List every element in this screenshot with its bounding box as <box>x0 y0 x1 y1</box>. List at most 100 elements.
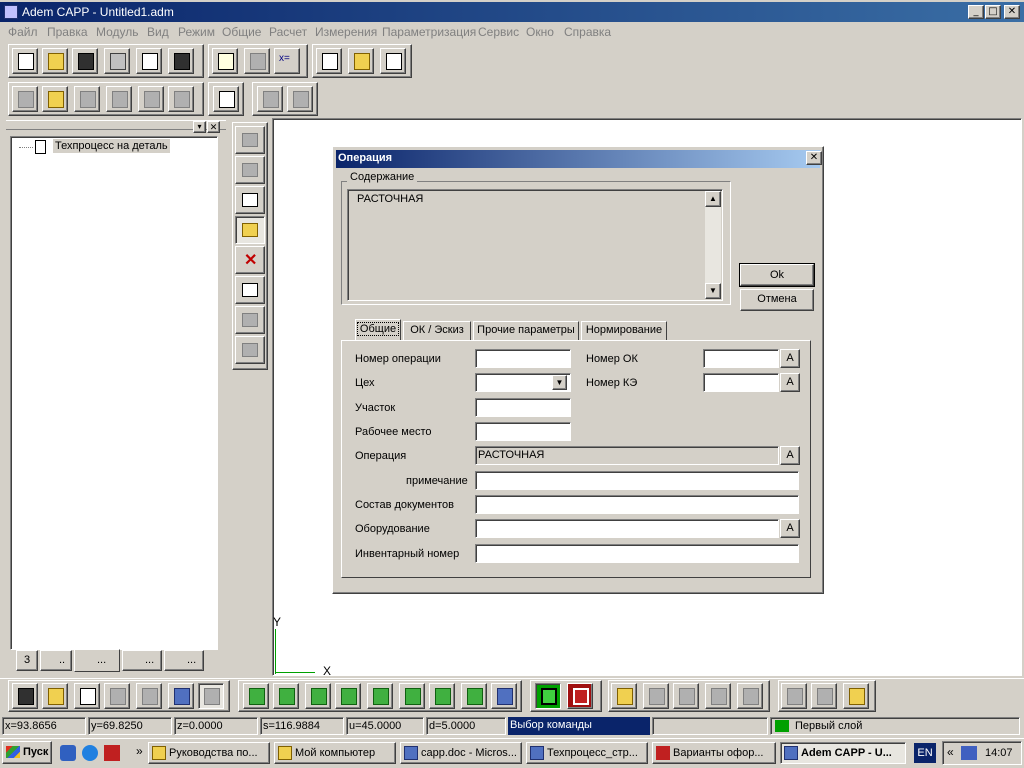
panel-tab-tree[interactable]: ... <box>74 649 120 672</box>
minimize-button[interactable]: _ <box>968 5 984 19</box>
shop-combo[interactable]: ▼ <box>475 373 571 392</box>
btool-3-button[interactable] <box>305 683 331 709</box>
solid-button[interactable] <box>567 683 593 709</box>
network-icon[interactable] <box>961 746 977 760</box>
open-view-button[interactable] <box>42 683 68 709</box>
magnet-button[interactable] <box>781 683 807 709</box>
inventory-field[interactable] <box>475 544 799 563</box>
show-desktop-icon[interactable] <box>60 745 76 761</box>
tree-root-item[interactable]: Техпроцесс на деталь <box>53 139 170 153</box>
panel-close-button[interactable]: ✕ <box>207 121 220 133</box>
vtool-3-button[interactable] <box>235 186 265 214</box>
menu-general[interactable]: Общие <box>222 25 261 39</box>
open-button[interactable] <box>42 48 68 74</box>
app-quick-icon[interactable] <box>104 745 120 761</box>
section-field[interactable] <box>475 398 571 417</box>
step-button[interactable] <box>213 86 239 112</box>
scroll-down-button[interactable]: ▼ <box>705 283 721 299</box>
menu-help[interactable]: Справка <box>564 25 611 39</box>
tree-panel[interactable]: Техпроцесс на деталь <box>10 136 218 650</box>
export-button[interactable] <box>136 48 162 74</box>
operation-field[interactable]: РАСТОЧНАЯ <box>475 446 779 465</box>
cancel-button[interactable]: Отмена <box>740 289 814 311</box>
check-list-button[interactable] <box>316 48 342 74</box>
status-layer[interactable]: Первый слой <box>770 717 1020 735</box>
menu-param[interactable]: Параметризация <box>382 25 476 39</box>
filter-button[interactable] <box>106 86 132 112</box>
save-as-button[interactable] <box>168 48 194 74</box>
menu-mode[interactable]: Режим <box>178 25 215 39</box>
formula-button[interactable]: x= <box>274 48 300 74</box>
btool-8-button[interactable] <box>461 683 487 709</box>
op-number-field[interactable] <box>475 349 571 368</box>
task-my-computer[interactable]: Мой компьютер <box>274 742 396 764</box>
content-textarea[interactable]: РАСТОЧНАЯ ▲ ▼ <box>347 189 723 301</box>
vtool-4-button[interactable] <box>235 216 265 244</box>
ok-number-field[interactable] <box>703 349 779 368</box>
visibility-3-button[interactable] <box>673 683 699 709</box>
maximize-button[interactable]: □ <box>985 5 1001 19</box>
btool-7-button[interactable] <box>429 683 455 709</box>
database-button[interactable] <box>348 48 374 74</box>
btool-2-button[interactable] <box>273 683 299 709</box>
visibility-5-button[interactable] <box>737 683 763 709</box>
btool-5-button[interactable] <box>367 683 393 709</box>
page-button[interactable] <box>138 86 164 112</box>
start-button[interactable]: Пуск <box>2 741 52 764</box>
content-scrollbar[interactable]: ▲ ▼ <box>705 191 721 299</box>
ok-number-a-button[interactable]: A <box>780 349 800 368</box>
axis-view-button[interactable] <box>104 683 130 709</box>
point-button[interactable] <box>168 683 194 709</box>
panel-tab-db[interactable]: ... <box>164 650 204 671</box>
ok-button[interactable]: Ok <box>739 263 815 287</box>
scroll-up-button[interactable]: ▲ <box>705 191 721 207</box>
menu-service[interactable]: Сервис <box>478 25 519 39</box>
preview-button[interactable] <box>257 86 283 112</box>
equipment-a-button[interactable]: A <box>780 519 800 538</box>
tab-norming[interactable]: Нормирование <box>581 321 667 341</box>
visibility-1-button[interactable] <box>611 683 637 709</box>
close-button[interactable]: ✕ <box>1004 5 1020 19</box>
task-manuals[interactable]: Руководства по... <box>148 742 270 764</box>
btool-9-button[interactable] <box>491 683 517 709</box>
print-preview-button[interactable] <box>287 86 313 112</box>
operation-a-button[interactable]: A <box>780 446 800 465</box>
menu-view[interactable]: Вид <box>147 25 169 39</box>
menu-edit[interactable]: Правка <box>47 25 88 39</box>
panel-pin-button[interactable]: ▾ <box>193 121 206 133</box>
panel-tab-3[interactable]: 3 <box>16 650 38 671</box>
panel-tab-gears[interactable]: ... <box>122 650 162 671</box>
zoom-button[interactable] <box>136 683 162 709</box>
tab-ok-sketch[interactable]: ОК / Эскиз <box>403 321 471 341</box>
save-button[interactable] <box>72 48 98 74</box>
docs-field[interactable] <box>475 495 799 514</box>
vtool-1-button[interactable] <box>235 126 265 154</box>
save-disabled-button[interactable] <box>74 86 100 112</box>
btool-4-button[interactable] <box>335 683 361 709</box>
tab-other-params[interactable]: Прочие параметры <box>473 321 579 341</box>
menu-window[interactable]: Окно <box>526 25 554 39</box>
layers-button[interactable] <box>843 683 869 709</box>
vtool-6-button[interactable] <box>235 276 265 304</box>
task-adem-capp[interactable]: Adem CAPP - U... <box>780 742 906 764</box>
verify-button[interactable] <box>168 86 194 112</box>
menu-calc[interactable]: Расчет <box>269 25 307 39</box>
note-field[interactable] <box>475 471 799 490</box>
wireframe-button[interactable] <box>535 683 561 709</box>
save-view-button[interactable] <box>12 683 38 709</box>
tray-expand-button[interactable]: « <box>947 745 954 759</box>
equipment-field[interactable] <box>475 519 779 538</box>
grid-button[interactable] <box>198 683 224 709</box>
dialog-close-button[interactable]: ✕ <box>806 151 822 165</box>
snap-button[interactable] <box>811 683 837 709</box>
notes-button[interactable] <box>212 48 238 74</box>
new-button[interactable] <box>12 48 38 74</box>
btool-1-button[interactable] <box>243 683 269 709</box>
print-button[interactable] <box>104 48 130 74</box>
vtool-5-button[interactable]: ✕ <box>235 246 265 274</box>
properties-button[interactable] <box>244 48 270 74</box>
visibility-2-button[interactable] <box>643 683 669 709</box>
visibility-4-button[interactable] <box>705 683 731 709</box>
task-capp-doc[interactable]: capp.doc - Micros... <box>400 742 522 764</box>
panel-tab-doc[interactable]: .. <box>40 650 72 671</box>
